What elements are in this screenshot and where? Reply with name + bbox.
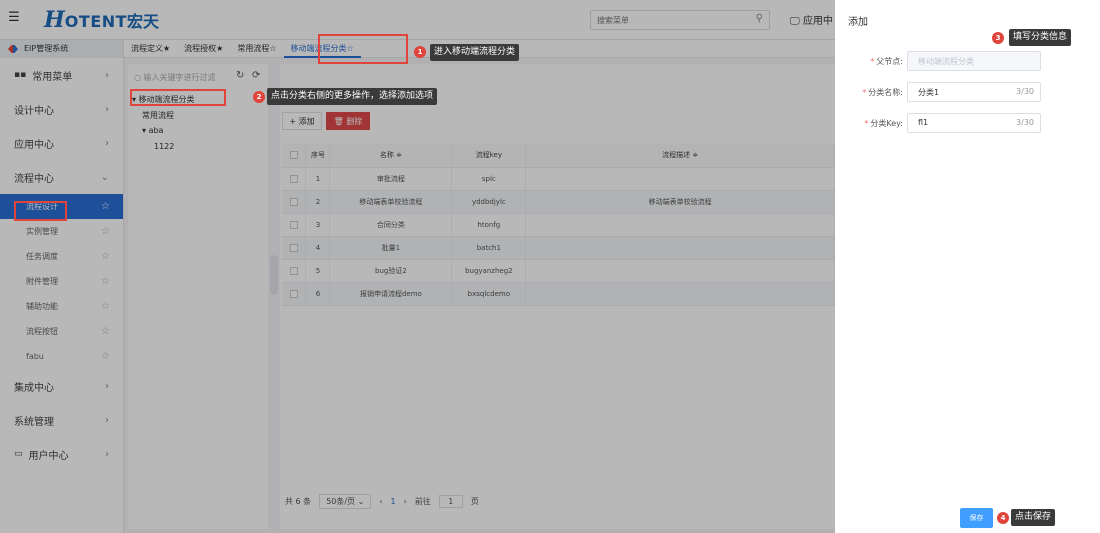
save-button[interactable]: 保存 [960,508,993,528]
add-category-drawer: 添加 * 父节点: 移动端流程分类 * 分类名称: 分类1 3/30 * 分类Key:… [835,0,1100,533]
field-value: fl1 [918,118,929,127]
category-key-field[interactable]: fl1 3/30 [907,113,1041,133]
category-name-label: * 分类名称: [862,88,903,97]
char-counter: 3/30 [1016,118,1034,127]
category-key-label: * 分类Key: [864,119,903,128]
char-counter: 3/30 [1016,87,1034,96]
step-number-badge: 2 [253,91,265,103]
parent-node-field: 移动端流程分类 [907,51,1041,71]
parent-node-label: * 父节点: [870,57,903,66]
field-value: 移动端流程分类 [918,57,974,66]
step-number-badge: 1 [414,46,426,58]
step-callout: 进入移动端流程分类 [430,44,520,61]
highlight-box [14,201,67,221]
drawer-title: 添加 [848,17,868,28]
field-label-text: 分类Key: [870,119,903,128]
category-name-field[interactable]: 分类1 3/30 [907,82,1041,102]
modal-overlay[interactable] [0,0,835,533]
step-number-badge: 4 [997,512,1009,524]
field-label-text: 分类名称: [868,88,903,97]
step-number-badge: 3 [992,32,1004,44]
field-value: 分类1 [918,88,940,97]
highlight-box [318,34,408,64]
step-callout: 点击分类右侧的更多操作，选择添加选项 [267,88,438,105]
step-callout: 点击保存 [1011,509,1056,526]
step-callout: 填写分类信息 [1009,29,1072,46]
highlight-box [130,89,226,106]
field-label-text: 父节点: [876,57,903,66]
